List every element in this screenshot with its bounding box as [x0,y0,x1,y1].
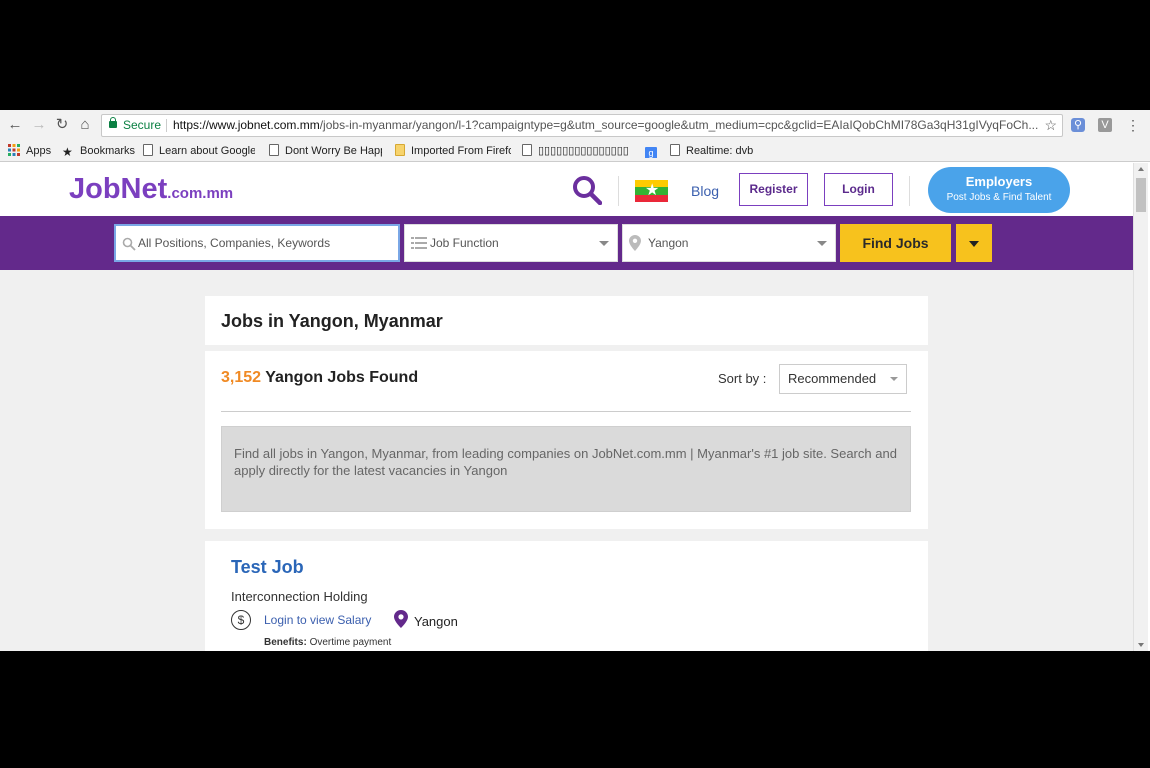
benefits-label: Benefits: [264,637,307,648]
logo-domain: .com.mm [167,185,234,202]
job-location: Yangon [414,614,458,629]
employers-button[interactable]: Employers Post Jobs & Find Talent [928,167,1070,213]
results-card: 3,152 Yangon Jobs Found Sort by : Recomm… [205,351,928,529]
browser-toolbar: ← → ↻ ⌂ Secure https://www.jobnet.com.mm… [0,110,1150,140]
results-count-label: Yangon Jobs Found [261,369,419,386]
advanced-search-toggle[interactable] [956,224,992,262]
sort-label: Sort by : [718,371,767,386]
company-name: Interconnection Holding [231,589,368,604]
folder-icon [395,144,405,156]
google-icon: g [645,147,657,158]
employers-subtitle: Post Jobs & Find Talent [946,192,1052,203]
location-pin-icon [394,610,408,628]
find-jobs-button[interactable]: Find Jobs [840,224,951,262]
magnifier-icon [122,226,136,264]
job-benefits: Benefits: Overtime payment [264,637,391,648]
bookmark-dont-worry[interactable]: Dont Worry Be Happ [269,144,382,158]
location-value: Yangon [648,236,689,250]
chevron-down-icon [817,241,827,246]
keyword-input[interactable] [138,226,394,260]
browser-window: ← → ↻ ⌂ Secure https://www.jobnet.com.mm… [0,110,1150,651]
page-icon [670,144,680,156]
scroll-down-icon[interactable] [1138,643,1144,647]
url-text: https://www.jobnet.com.mm/jobs-in-myanma… [173,115,1038,136]
login-button[interactable]: Login [824,173,893,206]
location-pin-icon [629,225,641,264]
page-icon [143,144,153,156]
bookmark-star-icon[interactable]: ☆ [1044,115,1057,136]
bookmark-label: Imported From Firefo [411,145,511,157]
page-title: Jobs in Yangon, Myanmar [221,311,443,331]
job-card[interactable]: Test Job Interconnection Holding $ Login… [205,541,928,651]
page-icon [269,144,279,156]
bookmark-imported-firefox[interactable]: Imported From Firefo [395,144,511,158]
star-icon: ★ [62,145,73,158]
bookmarks-bar: Apps ★ Bookmarks Learn about Google C Don… [0,140,1150,162]
location-select[interactable]: Yangon [622,224,836,262]
bookmark-label: Dont Worry Be Happ [285,145,382,157]
home-icon[interactable]: ⌂ [76,116,94,134]
address-bar[interactable]: Secure https://www.jobnet.com.mm/jobs-in… [101,114,1063,137]
search-icon[interactable] [572,175,602,205]
reload-icon[interactable]: ↻ [53,116,71,134]
header-divider [909,176,910,206]
myanmar-flag-icon[interactable]: ★ [635,180,668,202]
dollar-icon: $ [231,610,251,630]
blog-link[interactable]: Blog [691,183,719,199]
bookmark-unicode[interactable]: ▯▯▯▯▯▯▯▯▯▯▯▯▯▯▯ [522,144,634,158]
chevron-down-icon [599,241,609,246]
menu-dots-icon[interactable]: ⋮ [1124,116,1142,134]
scroll-thumb[interactable] [1136,178,1146,212]
url-host: https://www.jobnet.com.mm [173,118,320,132]
scroll-up-icon[interactable] [1138,167,1144,171]
chevron-down-icon [890,377,898,381]
salary-login-link[interactable]: Login to view Salary [264,613,371,627]
register-button[interactable]: Register [739,173,808,206]
job-search-bar: Job Function Yangon Find Jobs [0,216,1133,270]
list-icon [411,225,427,262]
bookmark-bookmarks[interactable]: ★ Bookmarks [62,144,136,158]
benefits-value: Overtime payment [306,637,392,648]
job-function-select[interactable]: Job Function [404,224,618,262]
page-content: Jobs in Yangon, Myanmar 3,152 Yangon Job… [0,270,1133,651]
page-icon [522,144,532,156]
sort-select[interactable]: Recommended [779,364,907,394]
divider [221,411,911,412]
bookmark-learn-google[interactable]: Learn about Google C [143,144,255,158]
lock-icon [109,117,117,128]
job-function-label: Job Function [430,236,499,250]
bookmark-label: ▯▯▯▯▯▯▯▯▯▯▯▯▯▯▯ [538,145,629,157]
secure-label: Secure [123,118,162,132]
caret-down-icon [969,241,979,247]
extension-v-icon[interactable]: V [1098,118,1112,132]
bookmark-label: Realtime: dvb [686,145,754,157]
address-separator [166,119,167,132]
bookmark-apps[interactable]: Apps [8,144,56,158]
extension-icon[interactable]: ⚲ [1071,118,1085,132]
back-arrow-icon[interactable]: ← [6,116,24,134]
bookmark-google[interactable]: g [645,144,661,158]
bookmark-label: Learn about Google C [159,145,255,157]
bookmark-label: Bookmarks [80,145,136,157]
title-card: Jobs in Yangon, Myanmar [205,296,928,345]
jobnet-logo[interactable]: JobNet.com.mm [69,173,233,206]
bookmark-realtime-dvb[interactable]: Realtime: dvb [670,144,760,158]
site-header: JobNet.com.mm ★ Blog Register Login Empl… [0,163,1133,216]
forward-arrow-icon[interactable]: → [30,116,48,134]
bookmark-label: Apps [26,145,52,157]
job-title-link[interactable]: Test Job [231,557,304,578]
employers-title: Employers [965,174,1033,189]
results-description: Find all jobs in Yangon, Myanmar, from l… [221,426,911,512]
sort-value: Recommended [788,371,877,386]
results-count-number: 3,152 [221,369,262,386]
page-scrollbar[interactable] [1133,163,1148,651]
apps-grid-icon [8,144,20,156]
header-divider [618,176,619,206]
results-count: 3,152 Yangon Jobs Found [221,369,418,387]
url-path: /jobs-in-myanmar/yangon/l-1?campaigntype… [319,118,1039,132]
logo-main: JobNet [69,173,168,205]
keyword-field[interactable] [114,224,400,262]
